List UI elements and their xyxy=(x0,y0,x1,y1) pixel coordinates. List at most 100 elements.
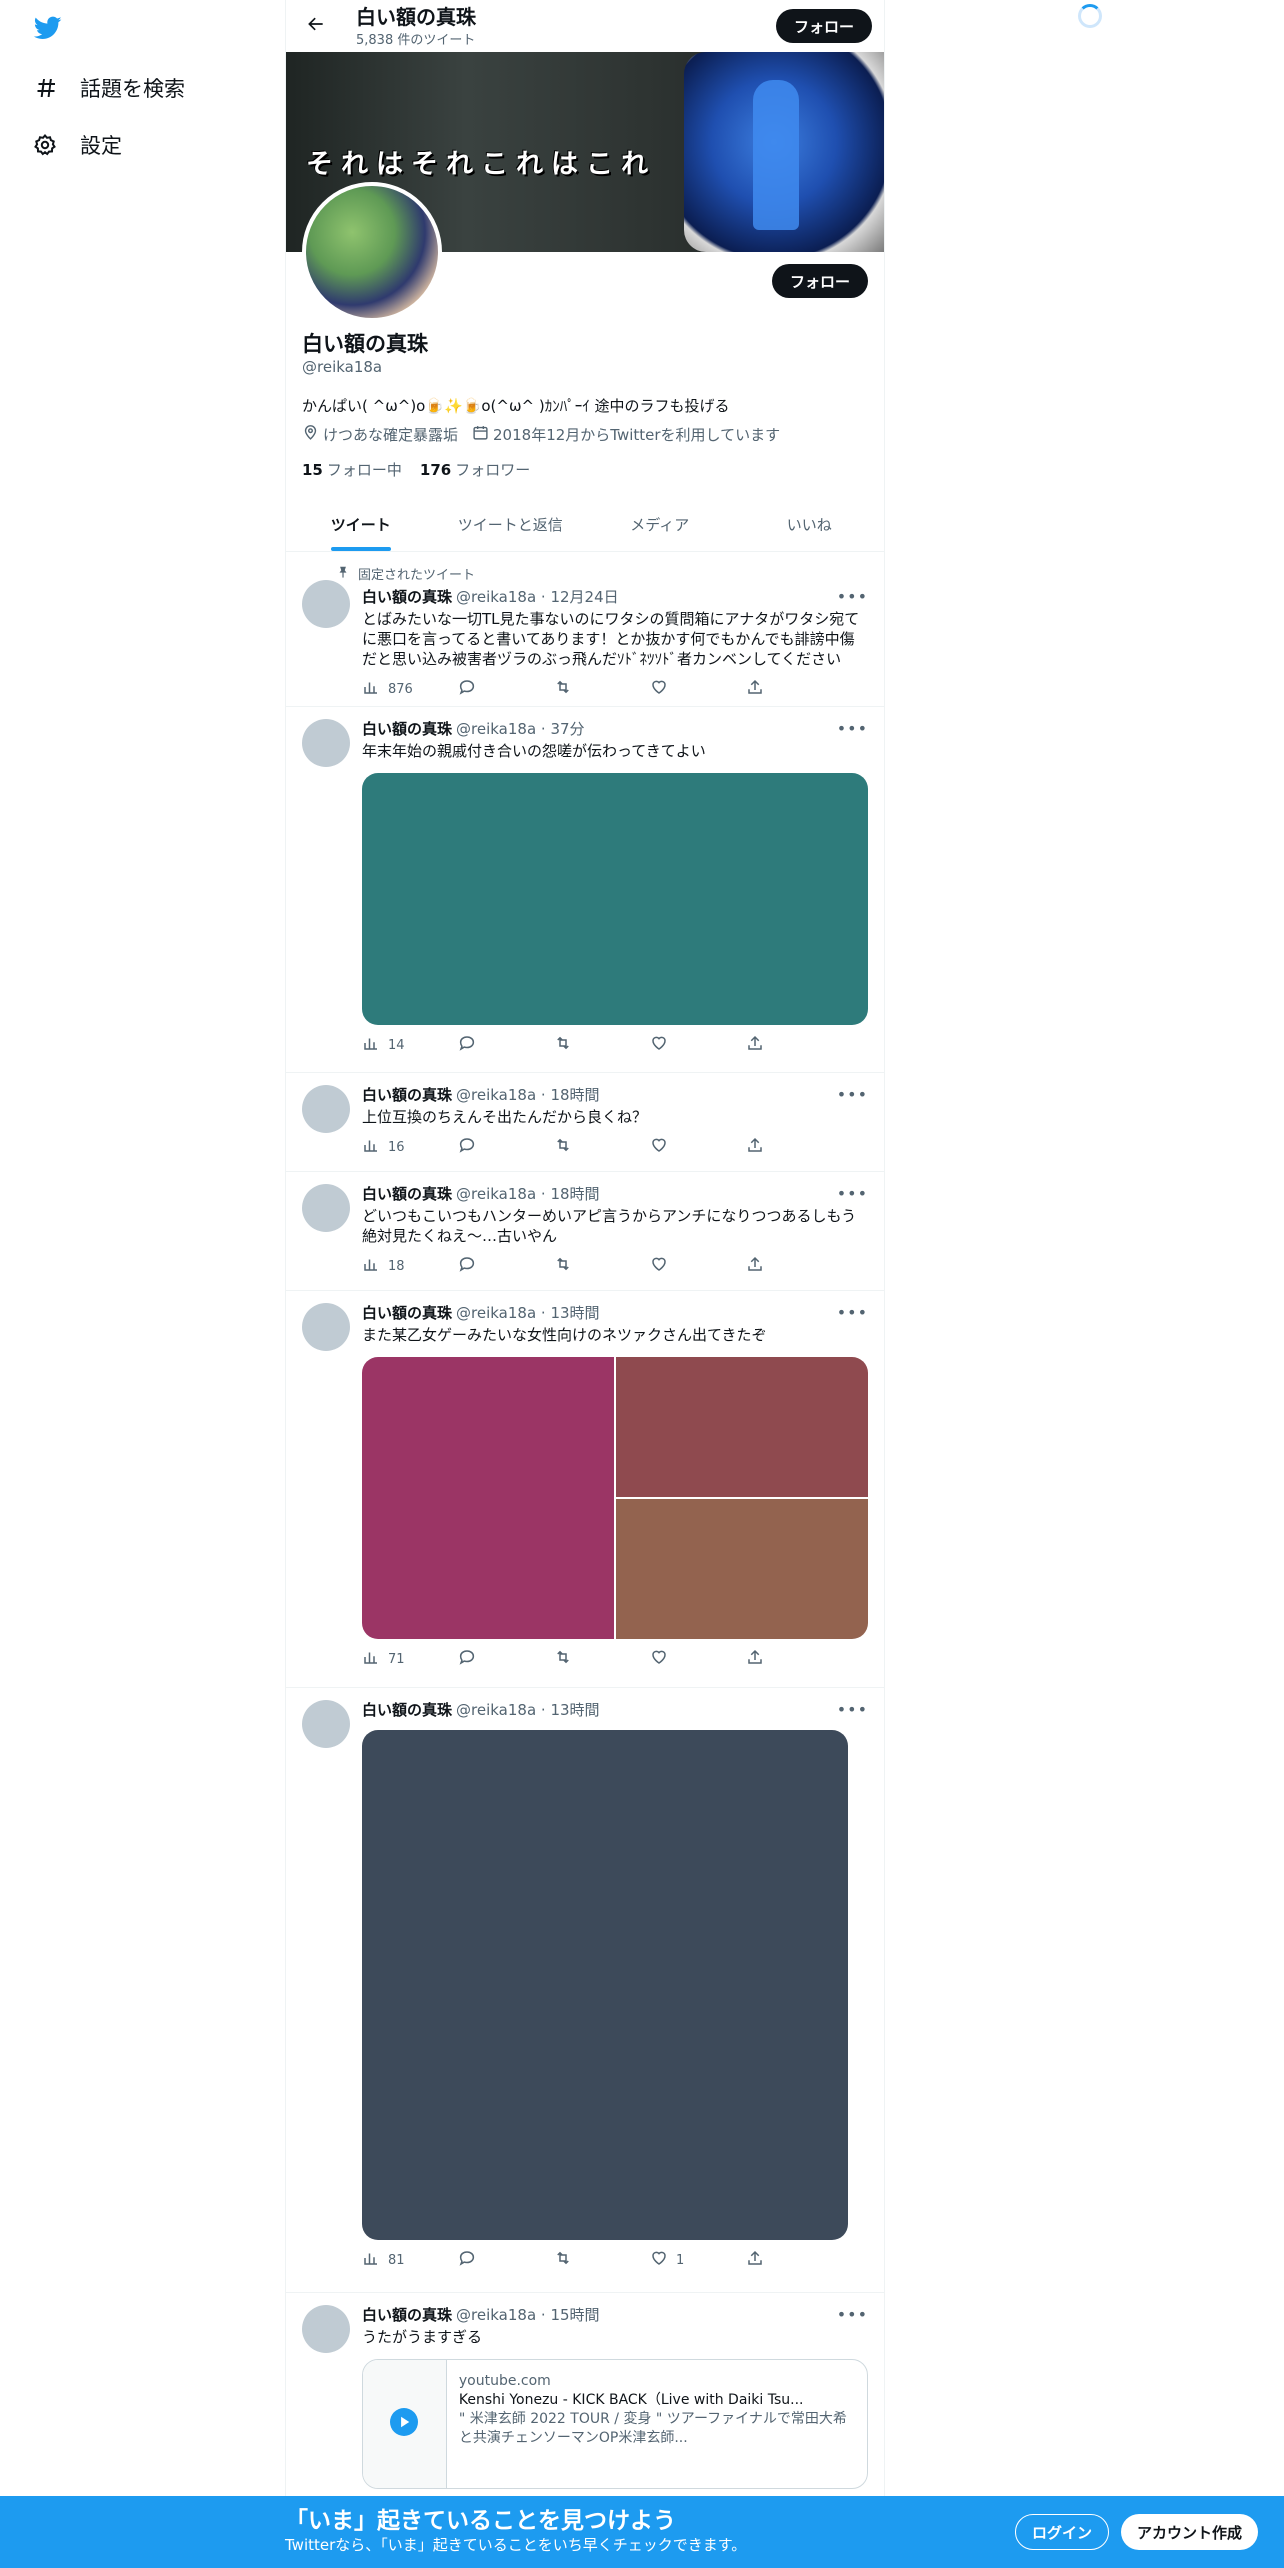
more-icon[interactable]: ••• xyxy=(837,1303,868,1323)
views-icon xyxy=(362,678,380,700)
reply-button[interactable] xyxy=(458,1136,554,1158)
more-icon[interactable]: ••• xyxy=(837,1184,868,1204)
like-button[interactable] xyxy=(650,1136,746,1158)
like-button[interactable]: 1 xyxy=(650,2249,746,2271)
tweet[interactable]: 白い額の真珠 @reika18a · 37分 ••• 年末年始の親戚付き合いの怨… xyxy=(286,707,884,1073)
share-button[interactable] xyxy=(746,1255,764,1277)
tweet-time[interactable]: 37分 xyxy=(550,719,584,739)
tweet[interactable]: 白い額の真珠 @reika18a · 13時間 ••• 81 1 xyxy=(286,1688,884,2293)
tab-likes[interactable]: いいね xyxy=(735,498,885,551)
following-link[interactable]: 15 フォロー中 xyxy=(302,459,402,480)
reply-button[interactable] xyxy=(458,1648,554,1670)
link-card[interactable]: youtube.com Kenshi Yonezu - KICK BACK（Li… xyxy=(362,2359,868,2489)
reply-button[interactable] xyxy=(458,1255,554,1277)
like-button[interactable] xyxy=(650,1255,746,1277)
tweet-author-name[interactable]: 白い額の真珠 xyxy=(362,719,452,739)
like-button[interactable] xyxy=(650,1034,746,1056)
share-button[interactable] xyxy=(746,2249,764,2271)
reply-button[interactable] xyxy=(458,678,554,700)
views-button[interactable]: 14 xyxy=(362,1034,458,1056)
tab-media[interactable]: メディア xyxy=(585,498,735,551)
tweet[interactable]: 白い額の真珠 @reika18a · 15時間 ••• うたがうますぎる you… xyxy=(286,2293,884,2503)
tweet-avatar[interactable] xyxy=(302,1085,350,1133)
followers-label: フォロワー xyxy=(455,461,531,479)
share-icon xyxy=(746,1255,764,1277)
banner-figure-image xyxy=(753,80,799,230)
reply-icon xyxy=(458,1255,476,1277)
reply-icon xyxy=(458,678,476,700)
tweet-avatar[interactable] xyxy=(302,580,350,628)
profile-handle: @reika18a xyxy=(302,358,383,376)
tweet[interactable]: 白い額の真珠 @reika18a · 13時間 ••• また某乙女ゲーみたいな女… xyxy=(286,1291,884,1688)
views-button[interactable]: 18 xyxy=(362,1255,458,1277)
tweet-image[interactable] xyxy=(616,1357,868,1497)
tweet-author-name[interactable]: 白い額の真珠 xyxy=(362,1303,452,1323)
reply-button[interactable] xyxy=(458,2249,554,2271)
retweet-button[interactable] xyxy=(554,1648,650,1670)
heart-icon xyxy=(650,2249,668,2271)
retweet-button[interactable] xyxy=(554,1136,650,1158)
tweet-avatar[interactable] xyxy=(302,2305,350,2353)
login-button[interactable]: ログイン xyxy=(1015,2514,1110,2550)
retweet-button[interactable] xyxy=(554,2249,650,2271)
follow-button-header[interactable]: フォロー xyxy=(775,9,872,43)
tweet-time[interactable]: 13時間 xyxy=(550,1303,599,1323)
tweet-avatar[interactable] xyxy=(302,1184,350,1232)
twitter-logo-icon[interactable] xyxy=(32,14,64,42)
tweet-time[interactable]: 18時間 xyxy=(550,1085,599,1105)
tab-tweets-replies[interactable]: ツイートと返信 xyxy=(436,498,586,551)
nav-settings[interactable]: 設定 xyxy=(32,125,122,165)
followers-link[interactable]: 176 フォロワー xyxy=(420,459,530,480)
tweet[interactable]: 固定されたツイート 白い額の真珠 @reika18a · 12月24日 ••• … xyxy=(286,552,884,707)
header-name: 白い額の真珠 xyxy=(356,4,476,29)
share-button[interactable] xyxy=(746,1034,764,1056)
more-icon[interactable]: ••• xyxy=(837,1085,868,1105)
signup-button[interactable]: アカウント作成 xyxy=(1121,2514,1259,2550)
views-button[interactable]: 16 xyxy=(362,1136,458,1158)
view-count: 16 xyxy=(388,1139,405,1155)
tweet-text: 上位互換のちえんそ出たんだから良くね？ xyxy=(362,1108,648,1126)
tweet-author-name[interactable]: 白い額の真珠 xyxy=(362,2305,452,2325)
tweet-time[interactable]: 12月24日 xyxy=(550,587,618,607)
back-button[interactable] xyxy=(298,8,334,44)
views-button[interactable]: 71 xyxy=(362,1648,458,1670)
more-icon[interactable]: ••• xyxy=(837,1700,868,1720)
tweet-time[interactable]: 18時間 xyxy=(550,1184,599,1204)
profile-location: けつあな確定暴露垢 xyxy=(323,426,459,444)
views-button[interactable]: 81 xyxy=(362,2249,458,2271)
share-button[interactable] xyxy=(746,1648,764,1670)
tweet[interactable]: 白い額の真珠 @reika18a · 18時間 ••• どいつもこいつもハンター… xyxy=(286,1172,884,1291)
retweet-button[interactable] xyxy=(554,1255,650,1277)
tweet-avatar[interactable] xyxy=(302,1303,350,1351)
like-button[interactable] xyxy=(650,1648,746,1670)
nav-explore[interactable]: 話題を検索 xyxy=(32,68,185,108)
like-button[interactable] xyxy=(650,678,746,700)
tweet-author-name[interactable]: 白い額の真珠 xyxy=(362,1184,452,1204)
views-button[interactable]: 876 xyxy=(362,678,458,700)
tweet-image[interactable] xyxy=(362,773,868,1025)
tweet-author-name[interactable]: 白い額の真珠 xyxy=(362,1085,452,1105)
pinned-label: 固定されたツイート xyxy=(358,568,476,583)
follow-button[interactable]: フォロー xyxy=(771,264,868,298)
more-icon[interactable]: ••• xyxy=(837,2305,868,2325)
hashtag-icon xyxy=(32,75,58,101)
tweet-time[interactable]: 13時間 xyxy=(550,1700,599,1720)
tweet-image[interactable] xyxy=(362,1357,614,1639)
tweet-avatar[interactable] xyxy=(302,1700,350,1748)
tweet[interactable]: 白い額の真珠 @reika18a · 18時間 ••• 上位互換のちえんそ出たん… xyxy=(286,1073,884,1172)
more-icon[interactable]: ••• xyxy=(837,719,868,739)
share-button[interactable] xyxy=(746,678,764,700)
tweet-author-name[interactable]: 白い額の真珠 xyxy=(362,587,452,607)
tab-tweets[interactable]: ツイート xyxy=(286,498,436,551)
tweet-author-name[interactable]: 白い額の真珠 xyxy=(362,1700,452,1720)
tweet-time[interactable]: 15時間 xyxy=(550,2305,599,2325)
tweet-image[interactable] xyxy=(616,1499,868,1639)
share-button[interactable] xyxy=(746,1136,764,1158)
tweet-avatar[interactable] xyxy=(302,719,350,767)
retweet-button[interactable] xyxy=(554,678,650,700)
reply-button[interactable] xyxy=(458,1034,554,1056)
more-icon[interactable]: ••• xyxy=(837,587,868,607)
tweet-image[interactable] xyxy=(362,1730,848,2240)
retweet-button[interactable] xyxy=(554,1034,650,1056)
profile-avatar[interactable] xyxy=(302,182,442,322)
